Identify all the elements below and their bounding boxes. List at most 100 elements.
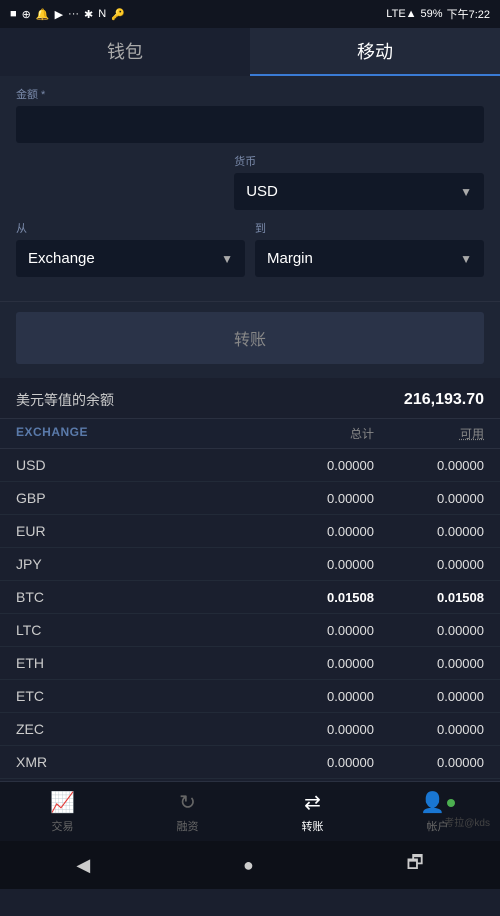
battery-icon: 59% <box>421 8 443 20</box>
table-row[interactable]: USD0.000000.00000 <box>0 449 500 482</box>
nav-label-交易: 交易 <box>52 818 74 834</box>
balance-area: 美元等值的余额 216,193.70 <box>0 378 500 419</box>
td-currency: ETH <box>16 655 254 671</box>
currency-select[interactable]: USD ▼ <box>234 173 484 210</box>
td-total: 0.00000 <box>254 557 374 572</box>
to-label: 到 <box>255 220 484 236</box>
td-currency: ZEC <box>16 721 254 737</box>
td-available: 0.00000 <box>374 491 484 506</box>
icon-dots: ··· <box>68 8 79 20</box>
signal-icon: LTE▲ <box>386 8 416 20</box>
table-row[interactable]: EUR0.000000.00000 <box>0 515 500 548</box>
td-total: 0.00000 <box>254 656 374 671</box>
status-left-icons: ■ ⊕ 🔔 ▶ ··· ✱ N 🔑 <box>10 8 125 21</box>
home-button[interactable]: ● <box>243 855 254 876</box>
icon-circle: ⊕ <box>22 8 31 21</box>
td-available: 0.00000 <box>374 623 484 638</box>
nav-item-交易[interactable]: 📈交易 <box>0 782 125 841</box>
td-available: 0.00000 <box>374 557 484 572</box>
from-value: Exchange <box>28 250 95 267</box>
td-total: 0.00000 <box>254 755 374 770</box>
td-currency: JPY <box>16 556 254 572</box>
th-total: 总计 <box>254 425 374 442</box>
transfer-btn-container: 转账 <box>0 301 500 378</box>
currency-field: 货币 USD ▼ <box>234 153 484 210</box>
nav-label-转账: 转账 <box>302 818 324 834</box>
time-display: 下午7:22 <box>447 6 490 22</box>
nav-label-融资: 融资 <box>177 818 199 834</box>
from-select[interactable]: Exchange ▼ <box>16 240 245 277</box>
td-available: 0.00000 <box>374 524 484 539</box>
td-available: 0.00000 <box>374 755 484 770</box>
table-row[interactable]: LTC0.000000.00000 <box>0 614 500 647</box>
td-total: 0.00000 <box>254 491 374 506</box>
td-total: 0.00000 <box>254 689 374 704</box>
from-field: 从 Exchange ▼ <box>16 220 245 277</box>
td-currency: BTC <box>16 589 254 605</box>
td-available: 0.00000 <box>374 458 484 473</box>
td-available: 0.01508 <box>374 590 484 605</box>
watermark: 考拉@kds <box>444 814 490 829</box>
from-label: 从 <box>16 220 245 236</box>
transfer-button[interactable]: 转账 <box>16 312 484 364</box>
bottom-nav: 📈交易 ↻ 融资 ⇄ 转账 👤帐户 <box>0 781 500 841</box>
table-row[interactable]: JPY0.000000.00000 <box>0 548 500 581</box>
nav-item-融资[interactable]: ↻ 融资 <box>125 782 250 841</box>
td-currency: XMR <box>16 754 254 770</box>
status-right-info: LTE▲ 59% 下午7:22 <box>386 6 490 22</box>
chevron-down-icon: ▼ <box>221 252 233 266</box>
amount-label: 金额 * <box>16 86 484 102</box>
td-available: 0.00000 <box>374 689 484 704</box>
recents-button[interactable]: 🗗 <box>407 850 424 880</box>
table-row[interactable]: XMR0.000000.00000 <box>0 746 500 779</box>
table-row[interactable]: ETC0.000000.00000 <box>0 680 500 713</box>
td-available: 0.00000 <box>374 656 484 671</box>
table-row[interactable]: ZEC0.000000.00000 <box>0 713 500 746</box>
td-total: 0.01508 <box>254 590 374 605</box>
form-selects-row: 货币 USD ▼ <box>16 153 484 210</box>
table-row[interactable]: BTC0.015080.01508 <box>0 581 500 614</box>
td-currency: LTC <box>16 622 254 638</box>
status-bar: ■ ⊕ 🔔 ▶ ··· ✱ N 🔑 LTE▲ 59% 下午7:22 <box>0 0 500 28</box>
chevron-down-icon: ▼ <box>460 185 472 199</box>
balance-value: 216,193.70 <box>404 391 484 409</box>
currency-label: 货币 <box>234 153 484 169</box>
form-area: 金额 * 货币 USD ▼ 从 Exchange ▼ 到 Margin ▼ <box>0 76 500 301</box>
nav-icon-转账: ⇄ <box>304 790 321 815</box>
tab-move[interactable]: 移动 <box>250 28 500 76</box>
td-currency: USD <box>16 457 254 473</box>
badge-dot <box>447 799 455 807</box>
th-available: 可用 <box>374 425 484 442</box>
td-available: 0.00000 <box>374 722 484 737</box>
nav-item-转账[interactable]: ⇄ 转账 <box>250 782 375 841</box>
nav-icon-融资: ↻ <box>179 790 196 815</box>
to-field: 到 Margin ▼ <box>255 220 484 277</box>
top-tab-bar: 钱包 移动 <box>0 28 500 76</box>
icon-bluetooth: ✱ <box>84 8 93 21</box>
table-row[interactable]: ETH0.000000.00000 <box>0 647 500 680</box>
tab-wallet[interactable]: 钱包 <box>0 28 250 76</box>
from-to-row: 从 Exchange ▼ 到 Margin ▼ <box>16 220 484 277</box>
td-total: 0.00000 <box>254 722 374 737</box>
chevron-down-icon: ▼ <box>460 252 472 266</box>
balance-label: 美元等值的余额 <box>16 390 114 410</box>
icon-box: ■ <box>10 8 17 20</box>
nav-icon-帐户: 👤 <box>420 790 455 815</box>
td-total: 0.00000 <box>254 623 374 638</box>
icon-key: 🔑 <box>111 8 125 21</box>
to-select[interactable]: Margin ▼ <box>255 240 484 277</box>
amount-input[interactable] <box>16 106 484 143</box>
td-total: 0.00000 <box>254 458 374 473</box>
table-row[interactable]: GBP0.000000.00000 <box>0 482 500 515</box>
amount-field: 金额 * <box>16 86 484 143</box>
to-value: Margin <box>267 250 313 267</box>
currency-value: USD <box>246 183 278 200</box>
system-nav: ◀ ● 🗗 <box>0 841 500 889</box>
nav-item-帐户[interactable]: 👤帐户 <box>375 782 500 841</box>
td-currency: GBP <box>16 490 254 506</box>
back-button[interactable]: ◀ <box>76 855 90 876</box>
th-currency: EXCHANGE <box>16 425 254 442</box>
td-currency: EUR <box>16 523 254 539</box>
icon-play: ▶ <box>55 8 63 21</box>
td-total: 0.00000 <box>254 524 374 539</box>
